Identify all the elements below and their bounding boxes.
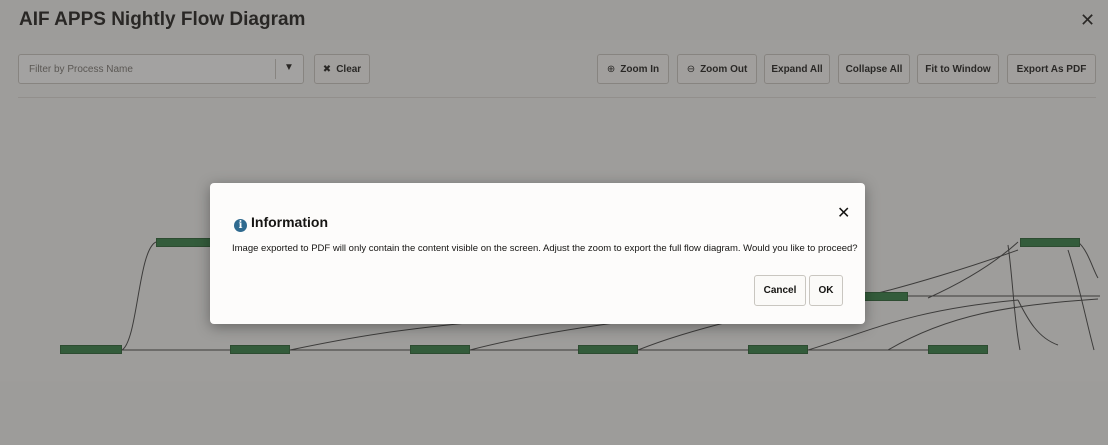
dialog-message: Image exported to PDF will only contain …: [232, 243, 858, 254]
cancel-button[interactable]: Cancel: [754, 275, 806, 306]
ok-button[interactable]: OK: [809, 275, 843, 306]
dialog-title: Information: [251, 214, 328, 230]
info-icon: i: [234, 219, 247, 232]
information-dialog: i Information ✕ Image exported to PDF wi…: [210, 183, 865, 324]
close-icon[interactable]: ✕: [837, 203, 850, 223]
